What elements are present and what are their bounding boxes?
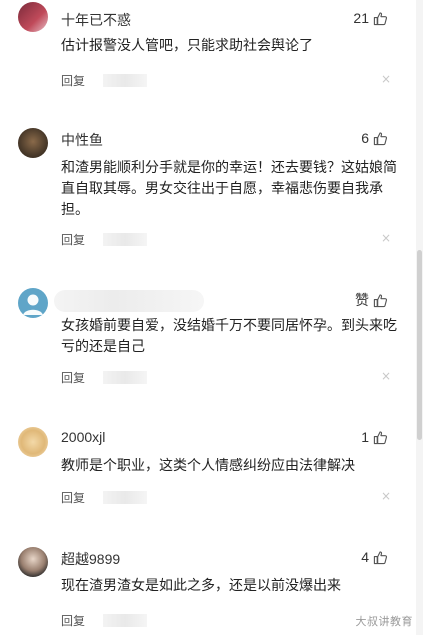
close-icon[interactable]: ×	[381, 72, 391, 86]
vertical-scrollbar[interactable]	[416, 0, 423, 635]
comment-text: 女孩婚前要自爱，没结婚千万不要同居怀孕。到头来吃亏的还是自己	[61, 318, 397, 355]
thumbs-up-icon	[373, 131, 388, 145]
like-count: 6	[361, 130, 369, 146]
like-button[interactable]: 赞	[355, 290, 388, 310]
avatar[interactable]	[18, 2, 48, 32]
avatar[interactable]	[18, 547, 48, 577]
reply-button[interactable]: 回复	[61, 369, 85, 386]
comment-list: 十年已不惑 21 估计报警没人管吧，只能求助社会舆论了 回复 × 中性鱼 6 和…	[0, 0, 423, 635]
thumbs-up-icon	[373, 293, 388, 307]
avatar[interactable]	[18, 128, 48, 158]
like-count: 21	[353, 10, 369, 26]
blurred-meta	[103, 74, 147, 87]
comment-text: 教师是个职业，这类个人情感纠纷应由法律解决	[61, 458, 355, 474]
blurred-meta	[103, 614, 147, 627]
like-button[interactable]: 1	[361, 429, 388, 445]
like-button[interactable]: 6	[361, 130, 388, 146]
close-icon[interactable]: ×	[381, 369, 391, 383]
scrollbar-thumb[interactable]	[417, 250, 422, 440]
like-label: 赞	[355, 292, 369, 308]
commenter-name[interactable]: 超越9899	[61, 549, 120, 569]
reply-button[interactable]: 回复	[61, 231, 85, 248]
thumbs-up-icon	[373, 550, 388, 564]
watermark: 大叔讲教育	[355, 615, 413, 628]
blurred-meta	[103, 491, 147, 504]
default-avatar-icon	[23, 294, 43, 315]
comment-actions: 回复 ×	[61, 72, 391, 90]
blurred-meta	[103, 233, 147, 246]
reply-button[interactable]: 回复	[61, 612, 85, 629]
comment-text: 现在渣男渣女是如此之多，还是以前没爆出来	[61, 578, 341, 594]
like-count: 4	[361, 549, 369, 565]
like-button[interactable]: 4	[361, 549, 388, 565]
comment-actions: 回复 ×	[61, 489, 391, 507]
blurred-commenter-name	[54, 290, 204, 312]
blurred-meta	[103, 371, 147, 384]
close-icon[interactable]: ×	[381, 231, 391, 245]
reply-button[interactable]: 回复	[61, 489, 85, 506]
commenter-name[interactable]: 十年已不惑	[61, 10, 131, 30]
comment-actions: 回复	[61, 612, 391, 630]
comment-actions: 回复 ×	[61, 231, 391, 249]
commenter-name[interactable]: 中性鱼	[61, 130, 103, 150]
avatar[interactable]	[18, 288, 48, 318]
like-button[interactable]: 21	[353, 10, 388, 26]
like-count: 1	[361, 429, 369, 445]
reply-button[interactable]: 回复	[61, 72, 85, 89]
comment-actions: 回复 ×	[61, 369, 391, 387]
comment-text: 和渣男能顺利分手就是你的幸运！还去要钱？这姑娘简直自取其辱。男女交往出于自愿，幸…	[61, 160, 397, 218]
thumbs-up-icon	[373, 430, 388, 444]
avatar[interactable]	[18, 427, 48, 457]
close-icon[interactable]: ×	[381, 489, 391, 503]
commenter-name[interactable]: 2000xjl	[61, 429, 105, 445]
thumbs-up-icon	[373, 11, 388, 25]
comment-text: 估计报警没人管吧，只能求助社会舆论了	[61, 38, 313, 54]
